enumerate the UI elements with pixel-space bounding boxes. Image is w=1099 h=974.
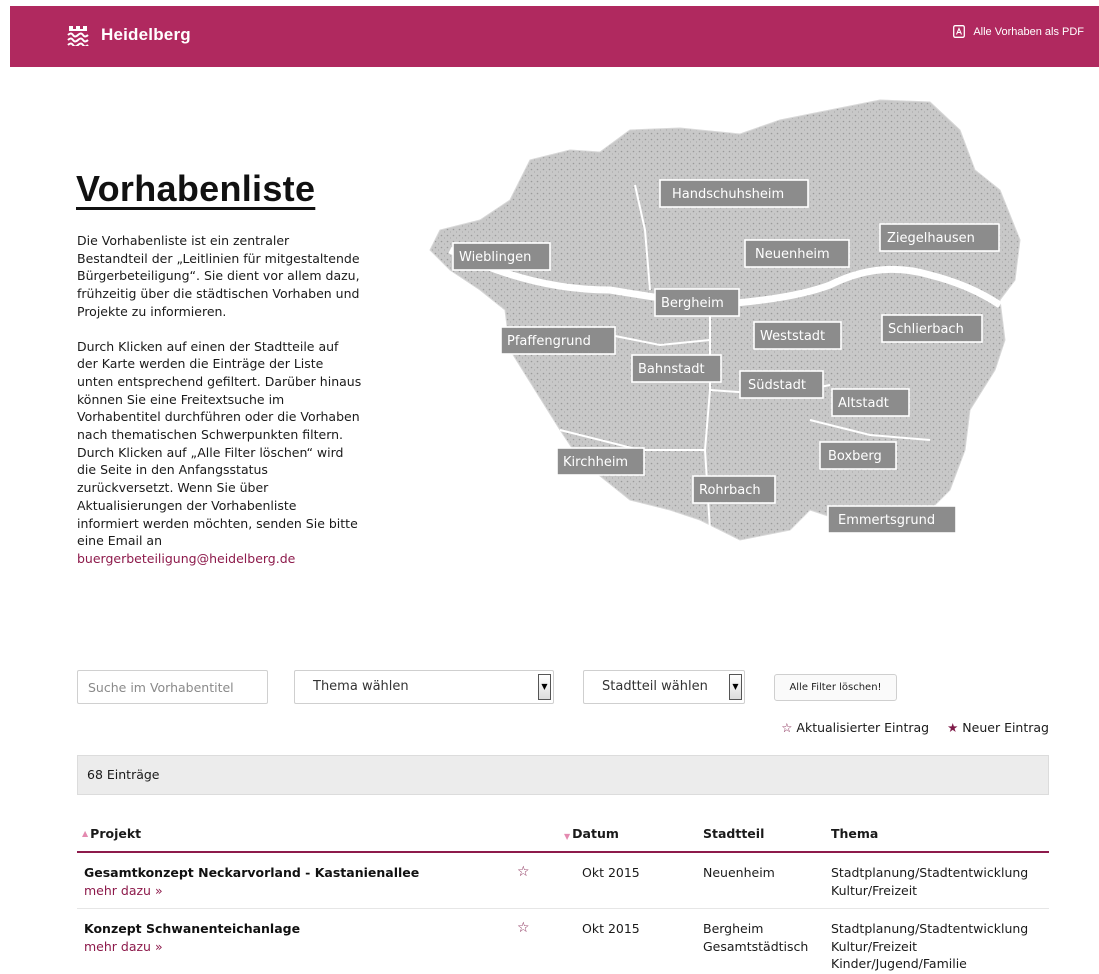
district-label: Bergheim (661, 296, 724, 311)
district-schlierbach[interactable]: Schlierbach (881, 314, 983, 343)
column-header-district[interactable]: Stadtteil (703, 826, 764, 841)
project-title: Konzept Schwanenteichanlage (84, 921, 301, 936)
intro-text: Die Vorhabenliste ist ein zentraler Best… (77, 232, 362, 568)
column-header-theme[interactable]: Thema (831, 826, 878, 841)
column-header-label: Datum (572, 826, 619, 841)
pdf-link-label: Alle Vorhaben als PDF (973, 25, 1084, 38)
district-select[interactable]: Stadtteil wählen ▼ (583, 670, 745, 704)
theme-cell: Stadtplanung/Stadtentwicklung Kultur/Fre… (831, 921, 1029, 971)
district-label: Südstadt (748, 378, 806, 393)
sort-down-icon: ▼ (564, 832, 571, 841)
district-neuenheim[interactable]: Neuenheim (744, 239, 850, 268)
star-outline-icon: ☆ (517, 920, 530, 936)
table-row: Gesamtkonzept Neckarvorland - Kastaniena… (77, 853, 1049, 909)
projects-table: ▲ Projekt ▼ Datum Stadtteil Thema Gesamtko… (77, 820, 1049, 971)
intro-paragraph-2: Durch Klicken auf einen der Stadtteile a… (77, 338, 362, 568)
heidelberg-logo[interactable]: Heidelberg (67, 24, 191, 46)
column-header-label: Projekt (90, 826, 142, 841)
result-count-bar: 68 Einträge (77, 755, 1049, 795)
date-cell: Okt 2015 (582, 921, 640, 936)
sort-up-icon: ▲ (82, 829, 89, 838)
page-title: Vorhabenliste (76, 168, 316, 209)
brand-name: Heidelberg (101, 25, 191, 44)
project-cell: Konzept Schwanenteichanlage mehr dazu » (84, 920, 300, 955)
star-filled-icon: ★ (947, 720, 959, 735)
district-bergheim[interactable]: Bergheim (654, 288, 740, 317)
district-map: Handschuhsheim Wieblingen Neuenheim Zieg… (410, 90, 1070, 560)
district-label: Altstadt (838, 396, 889, 411)
district-label: Schlierbach (888, 322, 964, 337)
district-label: Handschuhsheim (672, 187, 784, 202)
date-cell: Okt 2015 (582, 865, 640, 880)
intro-paragraph-2-text: Durch Klicken auf einen der Stadtteile a… (77, 338, 362, 549)
district-label: Emmertsgrund (838, 513, 935, 528)
district-pfaffengrund[interactable]: Pfaffengrund (500, 326, 616, 355)
district-rohrbach[interactable]: Rohrbach (692, 475, 776, 504)
star-outline-icon: ☆ (781, 720, 793, 735)
email-link[interactable]: buergerbeteiligung@heidelberg.de (77, 551, 295, 566)
dropdown-arrow-icon: ▼ (729, 674, 742, 700)
district-ziegelhausen[interactable]: Ziegelhausen (879, 223, 1000, 252)
top-header-bar: Heidelberg Alle Vorhaben als PDF (10, 6, 1099, 67)
district-kirchheim[interactable]: Kirchheim (556, 447, 645, 476)
legend-updated: ☆ Aktualisierter Eintrag (781, 720, 929, 735)
district-label: Ziegelhausen (887, 231, 975, 246)
column-header-project[interactable]: ▲ Projekt (82, 826, 141, 841)
legend-new-label: Neuer Eintrag (962, 720, 1049, 735)
district-boxberg[interactable]: Boxberg (819, 441, 897, 470)
district-suedstadt[interactable]: Südstadt (739, 370, 824, 399)
district-label: Kirchheim (563, 455, 628, 470)
district-weststadt[interactable]: Weststadt (753, 321, 842, 350)
search-input[interactable] (77, 670, 268, 704)
clear-filters-button[interactable]: Alle Filter löschen! (774, 674, 897, 701)
table-row: Konzept Schwanenteichanlage mehr dazu » … (77, 909, 1049, 971)
district-altstadt[interactable]: Altstadt (831, 388, 910, 417)
district-label: Wieblingen (459, 250, 531, 265)
district-label: Weststadt (760, 329, 825, 344)
district-label: Rohrbach (699, 483, 761, 498)
heidelberg-logo-icon (67, 26, 89, 46)
intro-paragraph-1: Die Vorhabenliste ist ein zentraler Best… (77, 233, 360, 319)
project-title: Gesamtkonzept Neckarvorland - Kastaniena… (84, 865, 420, 880)
star-outline-icon: ☆ (517, 864, 530, 880)
legend-new: ★ Neuer Eintrag (947, 720, 1049, 735)
table-header: ▲ Projekt ▼ Datum Stadtteil Thema (77, 820, 1049, 853)
district-wieblingen[interactable]: Wieblingen (452, 242, 551, 271)
district-cell: Neuenheim (703, 865, 775, 880)
district-map-graphic: Handschuhsheim Wieblingen Neuenheim Zieg… (429, 99, 1021, 541)
more-link[interactable]: mehr dazu » (84, 939, 163, 954)
legend: ☆ Aktualisierter Eintrag ★ Neuer Eintrag (781, 720, 1049, 735)
district-handschuhsheim[interactable]: Handschuhsheim (659, 179, 809, 208)
more-link[interactable]: mehr dazu » (84, 883, 163, 898)
theme-select[interactable]: Thema wählen ▼ (294, 670, 554, 704)
project-cell: Gesamtkonzept Neckarvorland - Kastaniena… (84, 864, 419, 899)
legend-updated-label: Aktualisierter Eintrag (796, 720, 930, 735)
theme-cell: Stadtplanung/Stadtentwicklung Kultur/Fre… (831, 865, 1029, 898)
pdf-icon (953, 25, 966, 38)
district-label: Bahnstadt (638, 362, 705, 377)
district-label: Neuenheim (755, 247, 830, 262)
district-label: Pfaffengrund (507, 334, 591, 349)
theme-select-value: Thema wählen (313, 679, 409, 694)
district-bahnstadt[interactable]: Bahnstadt (631, 354, 722, 383)
dropdown-arrow-icon: ▼ (538, 674, 551, 700)
district-cell: Bergheim Gesamtstädtisch (703, 921, 809, 954)
pdf-download-link[interactable]: Alle Vorhaben als PDF (953, 25, 1084, 38)
district-emmertsgrund[interactable]: Emmertsgrund (827, 505, 957, 534)
column-header-date[interactable]: ▼ Datum (564, 826, 619, 841)
district-select-value: Stadtteil wählen (602, 679, 708, 694)
district-label: Boxberg (828, 449, 882, 464)
